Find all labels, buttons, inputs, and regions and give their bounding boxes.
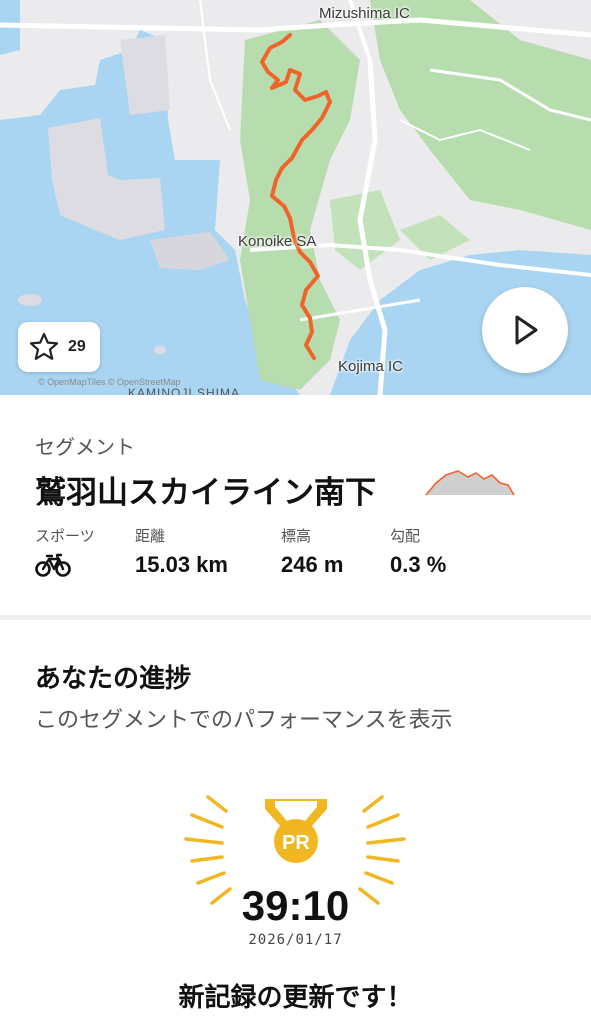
bicycle-icon xyxy=(35,553,71,577)
segment-info: セグメント 鷲羽山スカイライン南下 スポーツ 距離 15.03 km 標高 24… xyxy=(0,395,591,615)
map-label-kojima-ic: Kojima IC xyxy=(338,358,404,375)
progress-title: あなたの進捗 xyxy=(35,664,192,694)
stat-elevation: 標高 246 m xyxy=(281,525,343,578)
stat-value: 246 m xyxy=(281,552,344,577)
star-button[interactable]: 29 xyxy=(18,322,100,372)
pr-date: 2026/01/17 xyxy=(248,932,343,948)
pr-message: 新記録の更新です！ xyxy=(178,983,413,1013)
star-count: 29 xyxy=(68,338,86,355)
stat-label: 勾配 xyxy=(390,527,421,545)
stat-grade: 勾配 0.3 % xyxy=(390,525,446,578)
map-label-mizushima-ic: Mizushima IC xyxy=(319,5,410,22)
segment-stats: スポーツ 距離 15.03 km 標高 246 m 勾配 0.3 % xyxy=(35,525,575,585)
segment-map[interactable]: Mizushima IC Konoike SA Kojima IC © Open… xyxy=(0,0,591,395)
play-button[interactable] xyxy=(482,287,568,373)
map-label-island: KAMINOJI SHIMA xyxy=(128,386,241,395)
pr-time: 39:10 xyxy=(241,882,350,929)
segment-kicker: セグメント xyxy=(35,435,135,459)
map-label-konoike-sa: Konoike SA xyxy=(238,233,317,250)
play-icon xyxy=(515,315,538,345)
stat-value: 15.03 km xyxy=(135,552,228,577)
star-icon xyxy=(29,332,59,360)
stat-sport: スポーツ xyxy=(35,525,95,582)
elevation-profile-icon xyxy=(425,470,515,496)
stat-value: 0.3 % xyxy=(390,552,447,577)
pr-medal-icon: PR xyxy=(265,799,327,863)
stat-distance: 距離 15.03 km xyxy=(135,525,228,578)
segment-title: 鷲羽山スカイライン南下 xyxy=(35,475,376,511)
stat-label: スポーツ xyxy=(35,527,95,545)
pr-medal-label: PR xyxy=(282,832,310,854)
stat-label: 標高 xyxy=(281,527,312,545)
stat-label: 距離 xyxy=(135,527,166,545)
progress-section: あなたの進捗 このセグメントでのパフォーマンスを表示 PR 39:10 2026… xyxy=(0,620,591,1024)
progress-subtitle: このセグメントでのパフォーマンスを表示 xyxy=(35,708,453,733)
